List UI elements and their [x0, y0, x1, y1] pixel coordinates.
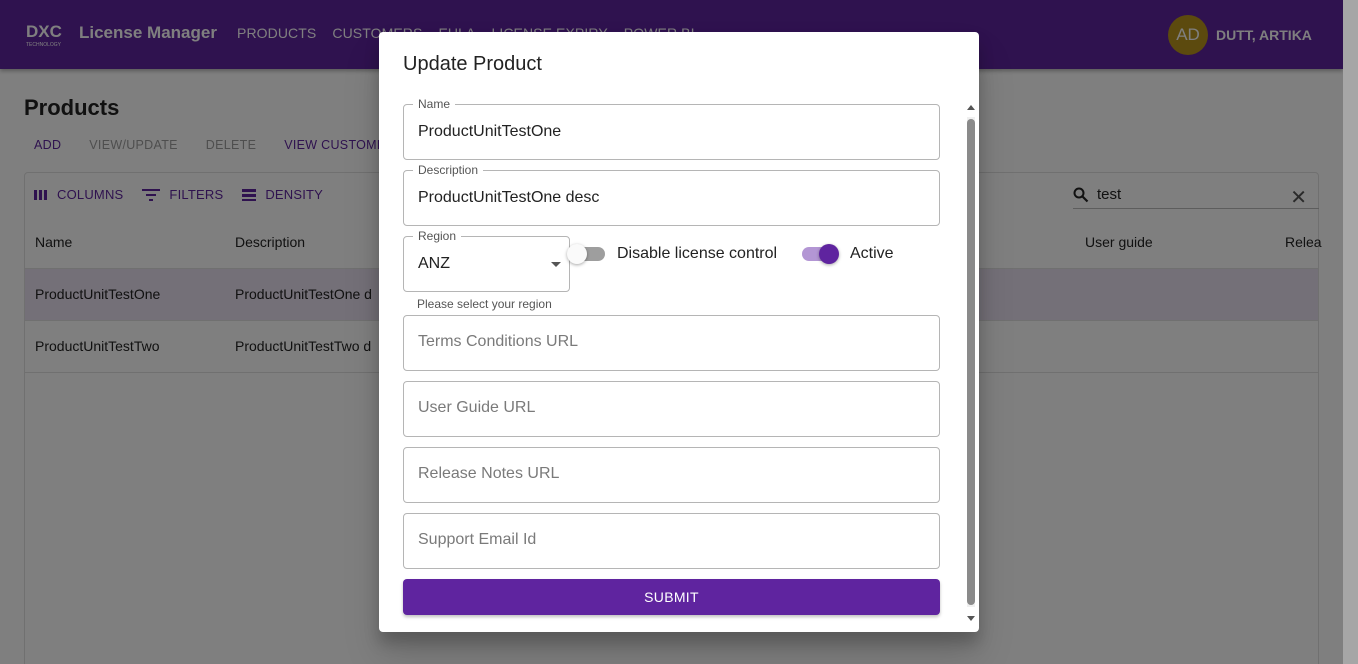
active-label: Active: [850, 245, 894, 262]
dialog-scrollbar-thumb[interactable]: [967, 119, 975, 605]
switch-thumb: [567, 244, 587, 264]
name-field[interactable]: Name ProductUnitTestOne: [403, 97, 940, 160]
dialog-title: Update Product: [403, 53, 542, 75]
description-label: Description: [413, 163, 484, 177]
dialog-scrollbar[interactable]: [967, 117, 975, 607]
region-select[interactable]: Region ANZ: [403, 229, 570, 292]
user-guide-url-field[interactable]: User Guide URL: [403, 381, 940, 437]
terms-conditions-url-field[interactable]: Terms Conditions URL: [403, 315, 940, 371]
user-guide-url-placeholder: User Guide URL: [418, 399, 536, 416]
region-helper-text: Please select your region: [417, 297, 552, 311]
scroll-up-arrow-icon[interactable]: [967, 105, 975, 110]
support-email-placeholder: Support Email Id: [418, 531, 537, 548]
release-notes-url-field[interactable]: Release Notes URL: [403, 447, 940, 503]
support-email-field[interactable]: Support Email Id: [403, 513, 940, 569]
name-label: Name: [413, 97, 456, 111]
region-label: Region: [413, 229, 462, 243]
disable-license-control-label: Disable license control: [617, 245, 778, 262]
active-switch[interactable]: Active: [802, 244, 894, 264]
disable-license-control-switch[interactable]: Disable license control: [567, 244, 778, 264]
terms-conditions-url-placeholder: Terms Conditions URL: [418, 333, 579, 350]
region-value: ANZ: [418, 255, 450, 272]
chevron-down-icon: [551, 262, 561, 267]
name-value: ProductUnitTestOne: [418, 123, 562, 140]
description-field[interactable]: Description ProductUnitTestOne desc: [403, 163, 940, 226]
scroll-down-arrow-icon[interactable]: [967, 616, 975, 621]
switch-track: [567, 244, 605, 264]
update-product-dialog: Update Product Name ProductUnitTestOne D…: [379, 32, 979, 632]
switch-track: [802, 244, 839, 264]
switch-thumb: [819, 244, 839, 264]
page-scrollbar[interactable]: [1343, 0, 1358, 664]
description-value: ProductUnitTestOne desc: [418, 189, 600, 206]
submit-button[interactable]: SUBMIT: [403, 579, 940, 615]
release-notes-url-placeholder: Release Notes URL: [418, 465, 560, 482]
